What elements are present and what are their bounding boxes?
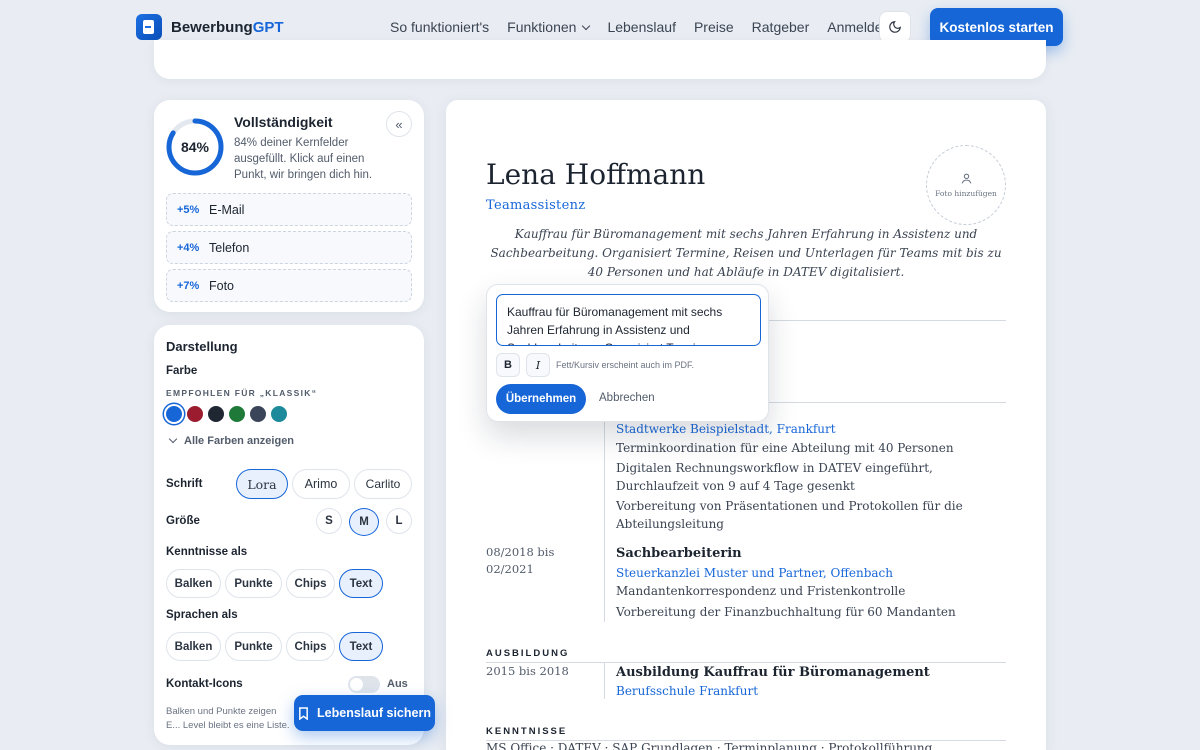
color-swatches <box>166 406 287 422</box>
color-swatch-red[interactable] <box>187 406 203 422</box>
missing-item-label: Telefon <box>209 240 250 255</box>
job2-company[interactable]: Steuerkanzlei Muster und Partner, Offenb… <box>616 566 893 580</box>
font-label: Schrift <box>166 478 203 490</box>
missing-item-email[interactable]: +5% E-Mail <box>166 193 412 226</box>
resume-role[interactable]: Teamassistenz <box>486 198 585 213</box>
nav-link-guide[interactable]: Ratgeber <box>752 19 810 35</box>
moon-icon <box>889 21 901 33</box>
size-option-m[interactable]: M <box>349 508 379 536</box>
collapse-panel-button[interactable]: « <box>386 111 412 137</box>
languages-option-chips[interactable]: Chips <box>286 632 335 661</box>
theme-toggle-button[interactable] <box>879 11 911 43</box>
nav-link-cv[interactable]: Lebenslauf <box>607 19 676 35</box>
font-option-lora[interactable]: Lora <box>236 469 288 499</box>
save-cv-button[interactable]: Lebenslauf sichern <box>294 695 435 731</box>
display-title: Darstellung <box>166 339 238 354</box>
show-all-colors-button[interactable]: Alle Farben anzeigen <box>168 434 294 447</box>
nav-link-pricing[interactable]: Preise <box>694 19 734 35</box>
size-option-s[interactable]: S <box>316 508 342 534</box>
contact-icons-toggle[interactable] <box>348 676 380 693</box>
resume-summary[interactable]: Kauffrau für Büromanagement mit sechs Ja… <box>486 225 1006 282</box>
skills-text[interactable]: MS Office · DATEV · SAP Grundlagen · Ter… <box>486 741 932 750</box>
chevron-down-icon <box>582 21 591 31</box>
missing-item-label: Foto <box>209 278 235 293</box>
size-label: Größe <box>166 515 200 527</box>
bold-button[interactable]: B <box>496 353 520 377</box>
resume-name[interactable]: Lena Hoffmann <box>486 158 705 191</box>
color-swatch-slate[interactable] <box>250 406 266 422</box>
missing-item-photo[interactable]: +7% Foto <box>166 269 412 302</box>
summary-textarea[interactable]: Kauffrau für Büromanagement mit sechs Ja… <box>496 294 761 346</box>
add-photo-button[interactable]: Foto hinzufügen <box>926 145 1006 225</box>
resume-preview: Lena Hoffmann Teamassistenz Foto hinzufü… <box>446 100 1046 750</box>
font-option-arimo[interactable]: Arimo <box>292 469 350 499</box>
missing-item-phone[interactable]: +4% Telefon <box>166 231 412 264</box>
brand-name: BewerbungGPT <box>171 18 284 36</box>
skills-heading: KENNTNISSE <box>486 726 568 737</box>
bookmark-icon <box>299 706 308 720</box>
missing-item-pct: +7% <box>177 279 200 292</box>
timeline-line <box>604 663 605 699</box>
display-settings-panel: Darstellung Farbe EMPFOHLEN FÜR „KLASSIK… <box>154 325 424 745</box>
skills-option-dots[interactable]: Punkte <box>225 569 282 598</box>
nav-links: So funktioniert's Funktionen Lebenslauf … <box>390 19 908 35</box>
job1-company[interactable]: Stadtwerke Beispielstadt, Frankfurt <box>616 422 836 436</box>
job2-bullet[interactable]: Mandantenkorrespondenz und Fristenkontro… <box>616 582 1006 600</box>
chevron-down-icon <box>168 434 178 444</box>
apply-button[interactable]: Übernehmen <box>496 384 586 414</box>
languages-option-bars[interactable]: Balken <box>166 632 221 661</box>
languages-display-label: Sprachen als <box>166 609 238 621</box>
completeness-title: Vollständigkeit <box>234 114 333 130</box>
skills-display-label: Kenntnisse als <box>166 546 248 558</box>
color-swatch-blue[interactable] <box>166 406 182 422</box>
user-icon <box>961 173 971 184</box>
nav-link-how-it-works[interactable]: So funktioniert's <box>390 19 489 35</box>
color-label: Farbe <box>166 365 198 377</box>
color-swatch-black[interactable] <box>208 406 224 422</box>
contact-icons-label: Kontakt-Icons <box>166 678 243 690</box>
languages-option-dots[interactable]: Punkte <box>225 632 282 661</box>
summary-editor-popover: Kauffrau für Büromanagement mit sechs Ja… <box>486 284 769 422</box>
progress-percent: 84% <box>180 139 210 155</box>
timeline-line <box>604 544 605 622</box>
double-chevron-left-icon: « <box>395 116 403 132</box>
recommended-label: EMPFOHLEN FÜR „KLASSIK“ <box>166 388 318 398</box>
education-date[interactable]: 2015 bis 2018 <box>486 663 569 680</box>
skills-option-chips[interactable]: Chips <box>286 569 335 598</box>
cancel-button[interactable]: Abbrechen <box>599 392 655 404</box>
completeness-description: 84% deiner Kernfelder ausgefüllt. Klick … <box>234 137 373 181</box>
job1-bullet[interactable]: Vorbereitung von Präsentationen und Prot… <box>616 497 1006 533</box>
color-swatch-green[interactable] <box>229 406 245 422</box>
missing-item-label: E-Mail <box>209 202 245 217</box>
education-school[interactable]: Berufsschule Frankfurt <box>616 684 758 698</box>
logo-icon <box>136 14 162 40</box>
italic-button[interactable]: I <box>526 353 550 377</box>
job2-title[interactable]: Sachbearbeiterin <box>616 546 742 561</box>
missing-item-pct: +5% <box>177 203 200 216</box>
job1-bullet[interactable]: Digitalen Rechnungsworkflow in DATEV ein… <box>616 459 1006 495</box>
missing-item-pct: +4% <box>177 241 200 254</box>
font-option-carlito[interactable]: Carlito <box>354 469 412 499</box>
skills-option-bars[interactable]: Balken <box>166 569 221 598</box>
size-option-l[interactable]: L <box>386 508 412 534</box>
contact-icons-state: Aus <box>387 678 408 690</box>
job1-bullet[interactable]: Terminkoordination für eine Abteilung mi… <box>616 439 1006 457</box>
education-title[interactable]: Ausbildung Kauffrau für Büromanagement <box>616 665 930 680</box>
completeness-panel: 84% Vollständigkeit 84% deiner Kernfelde… <box>154 100 424 312</box>
color-swatch-teal[interactable] <box>271 406 287 422</box>
nav-link-features[interactable]: Funktionen <box>507 19 591 35</box>
job2-date[interactable]: 08/2018 bis 02/2021 <box>486 544 566 578</box>
format-hint: Fett/Kursiv erscheint auch im PDF. <box>556 360 695 370</box>
brand-logo[interactable]: BewerbungGPT <box>136 14 284 40</box>
top-card-strip <box>154 40 1046 79</box>
education-heading: AUSBILDUNG <box>486 648 570 659</box>
languages-option-text[interactable]: Text <box>339 632 383 661</box>
skills-option-text[interactable]: Text <box>339 569 383 598</box>
job2-bullet[interactable]: Vorbereitung der Finanzbuchhaltung für 6… <box>616 603 1006 621</box>
display-hint: Balken und Punkte zeigen E... Level blei… <box>166 706 290 731</box>
